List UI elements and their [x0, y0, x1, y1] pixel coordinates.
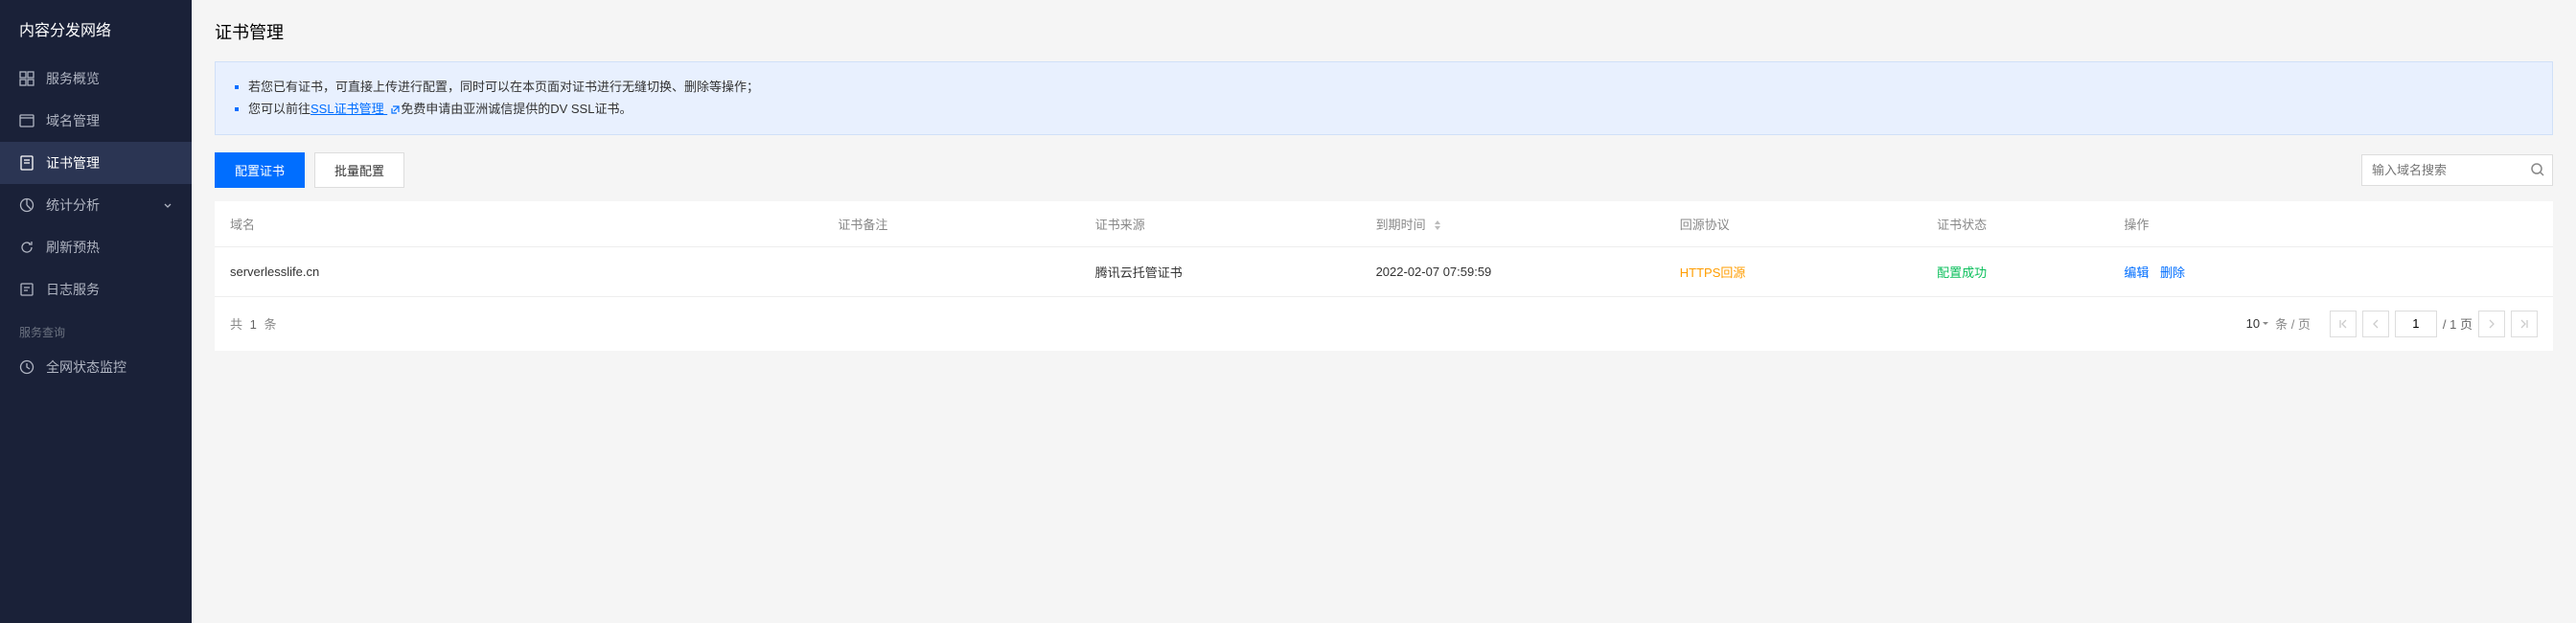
page-size-select[interactable]: 10 条 / 页 [2246, 314, 2311, 333]
dashboard-icon [19, 71, 34, 86]
sidebar: 内容分发网络 服务概览 域名管理 证书管理 统计分析 [0, 0, 192, 623]
cell-remark [822, 246, 1079, 296]
batch-config-button[interactable]: 批量配置 [314, 152, 404, 188]
sidebar-item-refresh[interactable]: 刷新预热 [0, 226, 192, 268]
th-remark: 证书备注 [822, 201, 1079, 247]
edit-link[interactable]: 编辑 [2124, 265, 2149, 280]
page-last-button[interactable] [2511, 311, 2538, 337]
cert-table: 域名 证书备注 证书来源 到期时间 回源协议 证书状态 操作 [215, 201, 2553, 351]
refresh-icon [19, 240, 34, 255]
configure-cert-button[interactable]: 配置证书 [215, 152, 305, 188]
delete-link[interactable]: 删除 [2160, 265, 2185, 280]
main-content: 证书管理 若您已有证书，可直接上传进行配置，同时可以在本页面对证书进行无缝切换、… [192, 0, 2576, 623]
page-first-button[interactable] [2330, 311, 2357, 337]
th-protocol: 回源协议 [1665, 201, 1921, 247]
page-input[interactable] [2395, 311, 2437, 337]
pagination: 共 1 条 10 条 / 页 [215, 297, 2553, 351]
info-text-suffix: 免费申请由亚洲诚信提供的DV SSL证书。 [401, 98, 632, 120]
chart-icon [19, 197, 34, 213]
bullet-icon [235, 107, 239, 111]
sidebar-item-monitor[interactable]: 全网状态监控 [0, 346, 192, 388]
sidebar-item-certificate[interactable]: 证书管理 [0, 142, 192, 184]
sidebar-item-label: 统计分析 [46, 196, 100, 215]
sidebar-item-label: 刷新预热 [46, 238, 100, 257]
page-next-button[interactable] [2478, 311, 2505, 337]
pagination-controls: 10 条 / 页 / 1 页 [2246, 311, 2538, 337]
globe-icon [19, 113, 34, 128]
ssl-manage-link[interactable]: SSL证书管理 [310, 98, 401, 120]
info-box: 若您已有证书，可直接上传进行配置，同时可以在本页面对证书进行无缝切换、删除等操作… [215, 61, 2553, 135]
bullet-icon [235, 85, 239, 89]
sidebar-item-label: 域名管理 [46, 111, 100, 130]
th-status: 证书状态 [1921, 201, 2108, 247]
sidebar-section-label: 服务查询 [0, 311, 192, 346]
toolbar: 配置证书 批量配置 [215, 152, 2553, 188]
page-total-pages: / 1 页 [2443, 314, 2472, 333]
page-title: 证书管理 [215, 19, 2553, 44]
cell-protocol: HTTPS回源 [1665, 246, 1921, 296]
th-action: 操作 [2108, 201, 2553, 247]
sidebar-item-label: 日志服务 [46, 280, 100, 299]
chevron-down-icon [163, 200, 172, 210]
table-header-row: 域名 证书备注 证书来源 到期时间 回源协议 证书状态 操作 [215, 201, 2553, 247]
chevron-down-icon [2262, 320, 2269, 328]
monitor-icon [19, 359, 34, 375]
sidebar-item-label: 全网状态监控 [46, 358, 126, 377]
pagination-total: 共 1 条 [230, 314, 277, 333]
info-line-1: 若您已有证书，可直接上传进行配置，同时可以在本页面对证书进行无缝切换、删除等操作… [235, 76, 2533, 98]
search-wrap [2361, 154, 2553, 186]
page-prev-button[interactable] [2362, 311, 2389, 337]
log-icon [19, 282, 34, 297]
cell-expire: 2022-02-07 07:59:59 [1361, 246, 1665, 296]
cell-status: 配置成功 [1921, 246, 2108, 296]
info-text: 若您已有证书，可直接上传进行配置，同时可以在本页面对证书进行无缝切换、删除等操作… [248, 76, 759, 98]
th-domain: 域名 [215, 201, 822, 247]
search-input[interactable] [2361, 154, 2553, 186]
sidebar-item-label: 服务概览 [46, 69, 100, 88]
th-expire[interactable]: 到期时间 [1361, 201, 1665, 247]
cell-domain: serverlesslife.cn [215, 246, 822, 296]
search-icon[interactable] [2530, 162, 2545, 177]
info-line-2: 您可以前往 SSL证书管理 免费申请由亚洲诚信提供的DV SSL证书。 [235, 98, 2533, 120]
table-row: serverlesslife.cn 腾讯云托管证书 2022-02-07 07:… [215, 246, 2553, 296]
cell-actions: 编辑 删除 [2108, 246, 2553, 296]
sidebar-item-logs[interactable]: 日志服务 [0, 268, 192, 311]
sidebar-item-label: 证书管理 [46, 153, 100, 173]
cell-source: 腾讯云托管证书 [1080, 246, 1361, 296]
sidebar-title: 内容分发网络 [0, 0, 192, 58]
th-source: 证书来源 [1080, 201, 1361, 247]
info-text-prefix: 您可以前往 [248, 98, 310, 120]
certificate-icon [19, 155, 34, 171]
external-link-icon [389, 104, 401, 116]
sort-icon [1433, 219, 1442, 231]
sidebar-item-domain[interactable]: 域名管理 [0, 100, 192, 142]
sidebar-item-overview[interactable]: 服务概览 [0, 58, 192, 100]
sidebar-item-analytics[interactable]: 统计分析 [0, 184, 192, 226]
